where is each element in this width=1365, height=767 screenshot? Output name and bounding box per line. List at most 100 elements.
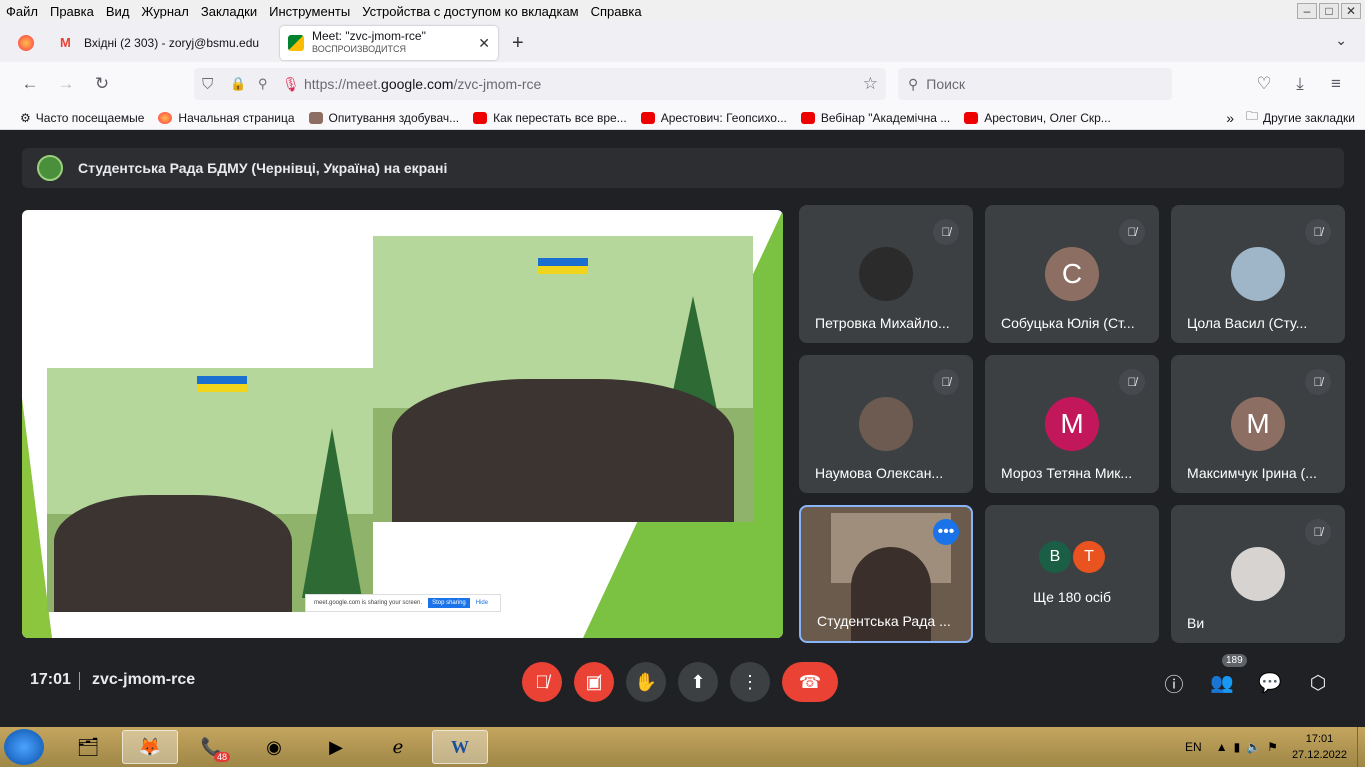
raise-hand-button[interactable]: ✋ bbox=[626, 662, 666, 702]
bookmark-youtube-3[interactable]: Вебінар "Академічна ... bbox=[800, 111, 950, 125]
forward-icon[interactable]: → bbox=[56, 74, 76, 94]
language-indicator[interactable]: EN bbox=[1185, 740, 1202, 754]
mic-off-icon: 🎙̸ bbox=[933, 219, 959, 245]
youtube-icon bbox=[800, 111, 815, 124]
leave-call-button[interactable]: ☎ bbox=[782, 662, 838, 702]
shared-screen[interactable]: meet.google.com is sharing your screen. … bbox=[22, 210, 783, 638]
url-bar[interactable]: ⛉ 🔒 ⚲ 🎙 https://meet.google.com/zvc-jmom… bbox=[194, 68, 886, 100]
mic-off-button[interactable]: 🎙̸ bbox=[522, 662, 562, 702]
presenter-tile[interactable]: ••• Студентська Рада ... bbox=[799, 505, 973, 643]
start-button[interactable] bbox=[4, 729, 44, 765]
more-options-button[interactable]: ⋮ bbox=[730, 662, 770, 702]
word-icon[interactable]: W bbox=[432, 730, 488, 764]
participant-tile[interactable]: 🎙̸ М Мороз Тетяна Мик... bbox=[985, 355, 1159, 493]
participant-tile[interactable]: 🎙̸ Петровка Михайло... bbox=[799, 205, 973, 343]
firefox-view-tab[interactable] bbox=[10, 26, 44, 60]
close-tab-icon[interactable]: ✕ bbox=[478, 35, 490, 52]
menu-icon[interactable]: ≡ bbox=[1326, 74, 1346, 94]
mic-off-icon: 🎙̸ bbox=[933, 369, 959, 395]
menu-bookmarks[interactable]: Закладки bbox=[195, 4, 263, 19]
tab-gmail[interactable]: M Вхідні (2 303) - zoryj@bsmu.edu bbox=[52, 26, 276, 60]
minimize-button[interactable]: – bbox=[1297, 3, 1317, 19]
bookmark-youtube-1[interactable]: Как перестать все вре... bbox=[473, 111, 627, 125]
url-text: https://meet.google.com/zvc-jmom-rce bbox=[304, 76, 542, 92]
tab-meet[interactable]: Meet: "zvc-jmom-rce" ВОСПРОИЗВОДИТСЯ ✕ bbox=[280, 26, 498, 60]
menu-help[interactable]: Справка bbox=[585, 4, 648, 19]
media-player-icon[interactable]: ▶ bbox=[308, 730, 364, 764]
activities-icon[interactable]: ⬡ bbox=[1305, 670, 1331, 696]
menu-view[interactable]: Вид bbox=[100, 4, 136, 19]
more-options-icon[interactable]: ••• bbox=[933, 519, 959, 545]
self-tile[interactable]: 🎙̸ Ви bbox=[1171, 505, 1345, 643]
people-icon[interactable]: 👥 bbox=[1209, 670, 1235, 696]
camera-off-button[interactable]: ▣̸ bbox=[574, 662, 614, 702]
chevron-more-icon[interactable]: » bbox=[1226, 110, 1234, 126]
mic-off-icon: 🎙̸ bbox=[1305, 219, 1331, 245]
firefox-icon bbox=[18, 35, 34, 51]
avatar: М bbox=[1045, 397, 1099, 451]
menu-edit[interactable]: Правка bbox=[44, 4, 100, 19]
participant-name: Собуцька Юлія (Ст... bbox=[1001, 315, 1135, 331]
viber-badge: 48 bbox=[213, 752, 230, 762]
menu-file[interactable]: Файл bbox=[0, 4, 44, 19]
participant-tile[interactable]: 🎙̸ Наумова Олексан... bbox=[799, 355, 973, 493]
pocket-icon[interactable]: ♡ bbox=[1254, 74, 1274, 94]
mic-off-icon: 🎙̸ bbox=[1119, 219, 1145, 245]
menu-synced-tabs[interactable]: Устройства с доступом ко вкладкам bbox=[356, 4, 584, 19]
ie-icon[interactable]: ℯ bbox=[370, 730, 426, 764]
bookmark-most-visited[interactable]: ⚙ Часто посещаемые bbox=[20, 111, 144, 125]
search-icon: ⚲ bbox=[908, 75, 919, 92]
menu-history[interactable]: Журнал bbox=[135, 4, 194, 19]
explorer-icon[interactable]: 🗂 bbox=[60, 730, 116, 764]
bookmark-youtube-2[interactable]: Арестович: Геопсихо... bbox=[640, 111, 787, 125]
show-desktop-button[interactable] bbox=[1357, 727, 1365, 767]
microphone-icon[interactable]: 🎙 bbox=[282, 76, 300, 93]
device-icon[interactable]: ▮ bbox=[1234, 740, 1241, 754]
participant-name: Ви bbox=[1187, 615, 1205, 631]
maximize-button[interactable]: □ bbox=[1319, 3, 1339, 19]
participant-name: Студентська Рада ... bbox=[817, 613, 951, 629]
system-tray: EN ▲ ▮ 🔈 ⚑ 17:01 27.12.2022 bbox=[1185, 727, 1365, 767]
shield-icon[interactable]: ⛉ bbox=[202, 76, 213, 93]
bookmark-home[interactable]: Начальная страница bbox=[158, 111, 295, 125]
list-tabs-icon[interactable]: ⌄ bbox=[1335, 32, 1347, 49]
participant-tile[interactable]: 🎙̸ С Собуцька Юлія (Ст... bbox=[985, 205, 1159, 343]
volume-icon[interactable]: 🔈 bbox=[1246, 740, 1261, 754]
back-icon[interactable]: ← bbox=[20, 74, 40, 94]
tray-clock[interactable]: 17:01 27.12.2022 bbox=[1292, 731, 1347, 763]
chrome-icon[interactable]: ◉ bbox=[246, 730, 302, 764]
taskbar: 🗂 🦊 📞 48 ◉ ▶ ℯ W EN ▲ ▮ 🔈 ⚑ 17:01 27.12.20… bbox=[0, 727, 1365, 767]
new-tab-icon[interactable]: + bbox=[512, 32, 524, 55]
viber-icon[interactable]: 📞 48 bbox=[184, 730, 240, 764]
info-icon[interactable]: ⓘ bbox=[1161, 670, 1187, 696]
bookmark-other[interactable]: 🗀 Другие закладки bbox=[1246, 107, 1355, 128]
bookmark-star-icon[interactable]: ☆ bbox=[863, 74, 878, 94]
network-icon[interactable]: ⚑ bbox=[1267, 740, 1278, 754]
show-hidden-icon[interactable]: ▲ bbox=[1216, 740, 1228, 754]
close-window-button[interactable]: ✕ bbox=[1341, 3, 1361, 19]
reload-icon[interactable]: ↻ bbox=[92, 74, 112, 94]
others-tile[interactable]: B T Ще 180 осіб bbox=[985, 505, 1159, 643]
others-count-label: Ще 180 осіб bbox=[1033, 589, 1111, 605]
menu-tools[interactable]: Инструменты bbox=[263, 4, 356, 19]
search-bar[interactable]: ⚲ Поиск bbox=[898, 68, 1172, 100]
meeting-clock: 17:01 bbox=[30, 671, 71, 688]
permissions-icon[interactable]: ⚲ bbox=[258, 76, 268, 92]
bookmark-youtube-4[interactable]: Арестович, Олег Скр... bbox=[964, 111, 1111, 125]
participant-tile[interactable]: 🎙̸ М Максимчук Ірина (... bbox=[1171, 355, 1345, 493]
bookmark-survey[interactable]: Опитування здобувач... bbox=[308, 111, 459, 125]
bookmarks-toolbar: ⚙ Часто посещаемые Начальная страница Опи… bbox=[0, 106, 1365, 130]
lock-icon[interactable]: 🔒 bbox=[230, 76, 246, 92]
chat-icon[interactable]: 💬 bbox=[1257, 670, 1283, 696]
downloads-icon[interactable]: ⤓ bbox=[1290, 74, 1310, 94]
stop-sharing-button[interactable]: Stop sharing bbox=[428, 598, 470, 608]
window-controls: – □ ✕ bbox=[1297, 0, 1361, 22]
share-banner: meet.google.com is sharing your screen. … bbox=[305, 594, 501, 612]
present-screen-button[interactable]: ⬆ bbox=[678, 662, 718, 702]
hide-button[interactable]: Hide bbox=[476, 600, 488, 606]
firefox-taskbar-icon[interactable]: 🦊 bbox=[122, 730, 178, 764]
participant-tile[interactable]: 🎙̸ Цола Васил (Сту... bbox=[1171, 205, 1345, 343]
tab-bar: M Вхідні (2 303) - zoryj@bsmu.edu Meet: … bbox=[0, 22, 1365, 62]
tab-gmail-title: Вхідні (2 303) - zoryj@bsmu.edu bbox=[84, 36, 260, 50]
divider bbox=[79, 672, 80, 690]
